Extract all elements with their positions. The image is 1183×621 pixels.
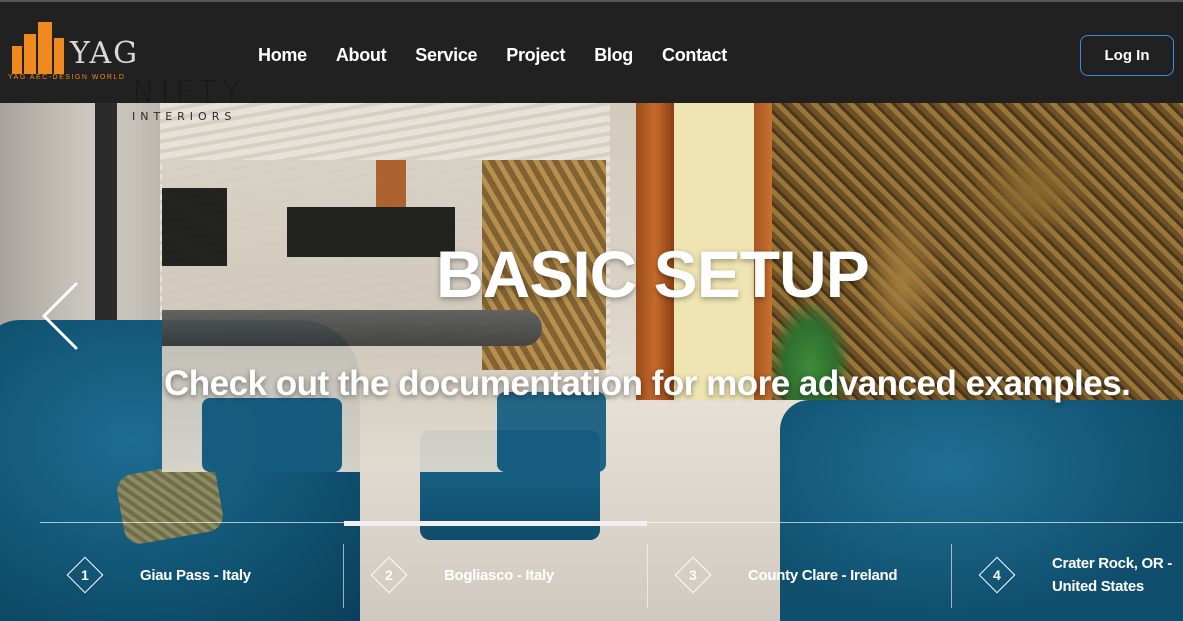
inset-tv — [287, 207, 455, 257]
slide-label: Giau Pass - Italy — [140, 566, 251, 584]
brand-logo[interactable]: YAG YAG AEC-DESIGN WORLD — [8, 16, 158, 86]
inset-sofa — [202, 398, 342, 472]
slide-divider — [647, 544, 648, 608]
logo-tagline: YAG AEC-DESIGN WORLD — [8, 74, 126, 81]
hero-subtitle: Check out the documentation for more adv… — [164, 364, 1131, 403]
nav-service[interactable]: Service — [415, 45, 477, 66]
nav-home[interactable]: Home — [258, 45, 307, 66]
slide-number: 2 — [385, 566, 393, 583]
diamond-number-icon: 1 — [66, 556, 104, 594]
hero-title: BASIC SETUP — [436, 237, 870, 311]
logo-building-icon-2 — [24, 34, 36, 74]
main-nav: Home About Service Project Blog Contact — [258, 45, 727, 66]
logo-building-icon-4 — [54, 38, 64, 74]
slide-divider — [343, 544, 344, 608]
slide-label: County Clare - Ireland — [748, 566, 898, 584]
inset-photo — [162, 160, 606, 472]
slider-item-2[interactable]: 2 Bogliasco - Italy — [370, 540, 554, 610]
slider-item-1[interactable]: 1 Giau Pass - Italy — [66, 540, 251, 610]
watermark-logo-subtitle: INTERIORS — [132, 110, 237, 123]
diamond-number-icon: 2 — [370, 556, 408, 594]
nav-project[interactable]: Project — [506, 45, 565, 66]
login-button[interactable]: Log In — [1080, 35, 1174, 76]
slide-divider — [951, 544, 952, 608]
inset-sofa-right — [497, 392, 606, 472]
chevron-left-icon[interactable] — [40, 282, 84, 350]
nav-contact[interactable]: Contact — [662, 45, 727, 66]
site-header: YAG YAG AEC-DESIGN WORLD Home About Serv… — [0, 0, 1183, 103]
inset-tv-unit — [162, 310, 542, 346]
logo-wordmark: YAG — [70, 36, 140, 71]
slide-number: 4 — [993, 566, 1001, 583]
logo-building-icon-3 — [38, 22, 52, 74]
nav-about[interactable]: About — [336, 45, 387, 66]
slide-label: Bogliasco - Italy — [444, 566, 554, 584]
slider-progress-bar — [344, 521, 647, 526]
nav-blog[interactable]: Blog — [594, 45, 633, 66]
slider-nav: 1 Giau Pass - Italy 2 Bogliasco - Italy … — [40, 540, 1183, 610]
slider-item-4[interactable]: 4 Crater Rock, OR - United States — [978, 540, 1183, 610]
slide-number: 3 — [689, 566, 697, 583]
inset-tv-left — [162, 188, 227, 266]
slide-label: Crater Rock, OR - United States — [1052, 555, 1172, 595]
slide-number: 1 — [81, 566, 89, 583]
slider-item-3[interactable]: 3 County Clare - Ireland — [674, 540, 898, 610]
logo-building-icon — [12, 46, 22, 74]
diamond-number-icon: 3 — [674, 556, 712, 594]
diamond-number-icon: 4 — [978, 556, 1016, 594]
